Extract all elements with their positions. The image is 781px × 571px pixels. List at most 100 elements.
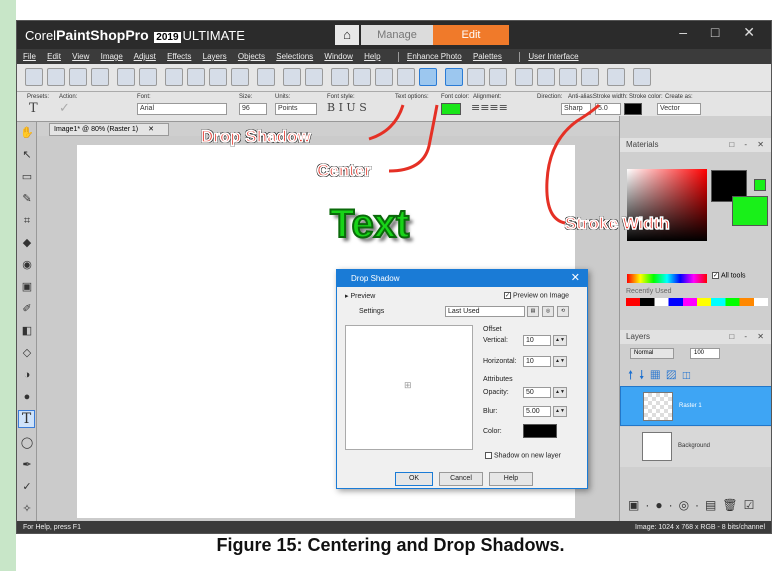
- size-field[interactable]: 96: [239, 103, 267, 115]
- menu-user-interface[interactable]: User Interface: [528, 52, 578, 61]
- undo-icon[interactable]: [209, 68, 227, 86]
- preview-on-image-checkbox[interactable]: ✓ Preview on Image: [504, 292, 569, 299]
- pan-hand-icon[interactable]: ✋: [20, 126, 34, 140]
- close-icon[interactable]: ✕: [148, 126, 154, 133]
- stroke-width-field[interactable]: 5.0: [595, 103, 621, 115]
- dodge-icon[interactable]: ◑: [20, 368, 34, 382]
- fit-window-icon[interactable]: [537, 68, 555, 86]
- create-as-select[interactable]: Vector: [657, 103, 701, 115]
- zoom-in-icon[interactable]: [559, 68, 577, 86]
- shape-icon[interactable]: ◯: [20, 436, 34, 450]
- menu-file[interactable]: File: [23, 52, 36, 61]
- new-from-template-icon[interactable]: [47, 68, 65, 86]
- tab-manage[interactable]: Manage: [361, 25, 433, 45]
- home-icon[interactable]: ⌂: [335, 25, 359, 45]
- settings-select[interactable]: Last Used: [445, 306, 525, 317]
- pen-icon[interactable]: ✒: [20, 458, 34, 472]
- opacity-field[interactable]: 50: [523, 387, 551, 398]
- crop-icon[interactable]: [353, 68, 371, 86]
- menu-enhance-photo[interactable]: Enhance Photo: [407, 52, 462, 61]
- dialog-preview-pane[interactable]: ⊞: [345, 325, 473, 450]
- menu-edit[interactable]: Edit: [47, 52, 61, 61]
- vertical-offset-field[interactable]: 10: [523, 335, 551, 346]
- blur-field[interactable]: 5.00: [523, 406, 551, 417]
- info-icon[interactable]: [331, 68, 349, 86]
- menu-help[interactable]: Help: [364, 52, 380, 61]
- tab-edit[interactable]: Edit: [433, 25, 509, 45]
- close-icon[interactable]: ✕: [571, 270, 580, 287]
- font-color-swatch[interactable]: [441, 103, 461, 115]
- share-icon[interactable]: [165, 68, 183, 86]
- save-preset-icon[interactable]: ▤: [527, 306, 539, 317]
- picture-tube-icon[interactable]: ✧: [20, 502, 34, 516]
- brush-icon[interactable]: ✐: [20, 302, 34, 316]
- scan-icon[interactable]: [91, 68, 109, 86]
- cancel-button[interactable]: Cancel: [439, 472, 483, 486]
- drop-shadow-icon[interactable]: [419, 68, 437, 86]
- red-eye-icon[interactable]: ◉: [20, 258, 34, 272]
- pick-tool-icon[interactable]: ↖: [20, 148, 34, 162]
- apply-icon[interactable]: ✓: [59, 101, 70, 116]
- window-controls[interactable]: – □ ✕: [679, 24, 765, 41]
- layer-item-background[interactable]: Background: [620, 427, 771, 467]
- reset-icon[interactable]: ◎: [542, 306, 554, 317]
- hue-strip[interactable]: [627, 274, 707, 283]
- dropper-icon[interactable]: ✎: [20, 192, 34, 206]
- history-icon[interactable]: [257, 68, 275, 86]
- menu-window[interactable]: Window: [324, 52, 352, 61]
- menu-view[interactable]: View: [72, 52, 89, 61]
- anti-alias-select[interactable]: Sharp: [561, 103, 591, 115]
- randomize-icon[interactable]: ⟲: [557, 306, 569, 317]
- blend-mode-select[interactable]: Normal: [630, 348, 674, 359]
- layout-icon[interactable]: [489, 68, 507, 86]
- print-icon[interactable]: [187, 68, 205, 86]
- crop-tool-icon[interactable]: ⌗: [20, 214, 34, 228]
- new-file-icon[interactable]: [25, 68, 43, 86]
- menu-objects[interactable]: Objects: [238, 52, 265, 61]
- menu-selections[interactable]: Selections: [276, 52, 313, 61]
- opacity-spinner[interactable]: ▲▼: [553, 387, 567, 398]
- font-field[interactable]: Arial: [137, 103, 227, 115]
- shadow-color-swatch[interactable]: [523, 424, 557, 438]
- horizontal-spinner[interactable]: ▲▼: [553, 356, 567, 367]
- menu-layers[interactable]: Layers: [203, 52, 227, 61]
- gradient-icon[interactable]: ◇: [20, 346, 34, 360]
- panel-controls[interactable]: □ - ✕: [729, 138, 768, 152]
- ok-button[interactable]: OK: [395, 472, 433, 486]
- save-as-icon[interactable]: [139, 68, 157, 86]
- rotate-left-icon[interactable]: [283, 68, 301, 86]
- recent-colors[interactable]: [626, 298, 768, 306]
- open-folder-icon[interactable]: [69, 68, 87, 86]
- clone-icon[interactable]: ▣: [20, 280, 34, 294]
- save-icon[interactable]: [117, 68, 135, 86]
- palette-icon[interactable]: [397, 68, 415, 86]
- font-style-icons[interactable]: B I U S: [327, 101, 367, 114]
- stroke-color-swatch[interactable]: [624, 103, 642, 115]
- shadow-new-layer-checkbox[interactable]: Shadow on new layer: [485, 452, 561, 459]
- selection-icon[interactable]: ▭: [20, 170, 34, 184]
- text-tool-icon[interactable]: T: [18, 410, 35, 428]
- small-color-swatch[interactable]: [754, 179, 766, 191]
- document-tab[interactable]: Image1* @ 80% (Raster 1) ✕: [49, 123, 169, 136]
- menu-adjust[interactable]: Adjust: [134, 52, 156, 61]
- background-color-swatch[interactable]: [732, 196, 768, 226]
- menu-effects[interactable]: Effects: [167, 52, 191, 61]
- redo-icon[interactable]: [231, 68, 249, 86]
- layer-item-raster-1[interactable]: Raster 1: [620, 386, 771, 426]
- layer-actions-icons[interactable]: 🠕🠗▦▨◫: [628, 366, 768, 382]
- menu-image[interactable]: Image: [101, 52, 123, 61]
- center-icon[interactable]: [445, 68, 463, 86]
- menu-palettes[interactable]: Palettes: [473, 52, 502, 61]
- layer-footer-icons[interactable]: ▣·●·◎·▤🗑☑: [628, 498, 760, 512]
- all-tools-checkbox[interactable]: ✓ All tools: [712, 272, 746, 279]
- blur-spinner[interactable]: ▲▼: [553, 406, 567, 417]
- workspace-icon[interactable]: [633, 68, 651, 86]
- vertical-spinner[interactable]: ▲▼: [553, 335, 567, 346]
- help-button[interactable]: Help: [489, 472, 533, 486]
- alignment-icons[interactable]: ≡≡≡≡: [471, 101, 508, 114]
- panel-controls[interactable]: □ - ✕: [729, 330, 768, 344]
- warp-brush-icon[interactable]: ✓: [20, 480, 34, 494]
- preview-toggle[interactable]: ▸ Preview: [345, 292, 375, 300]
- window-icon[interactable]: [607, 68, 625, 86]
- units-select[interactable]: Points: [275, 103, 317, 115]
